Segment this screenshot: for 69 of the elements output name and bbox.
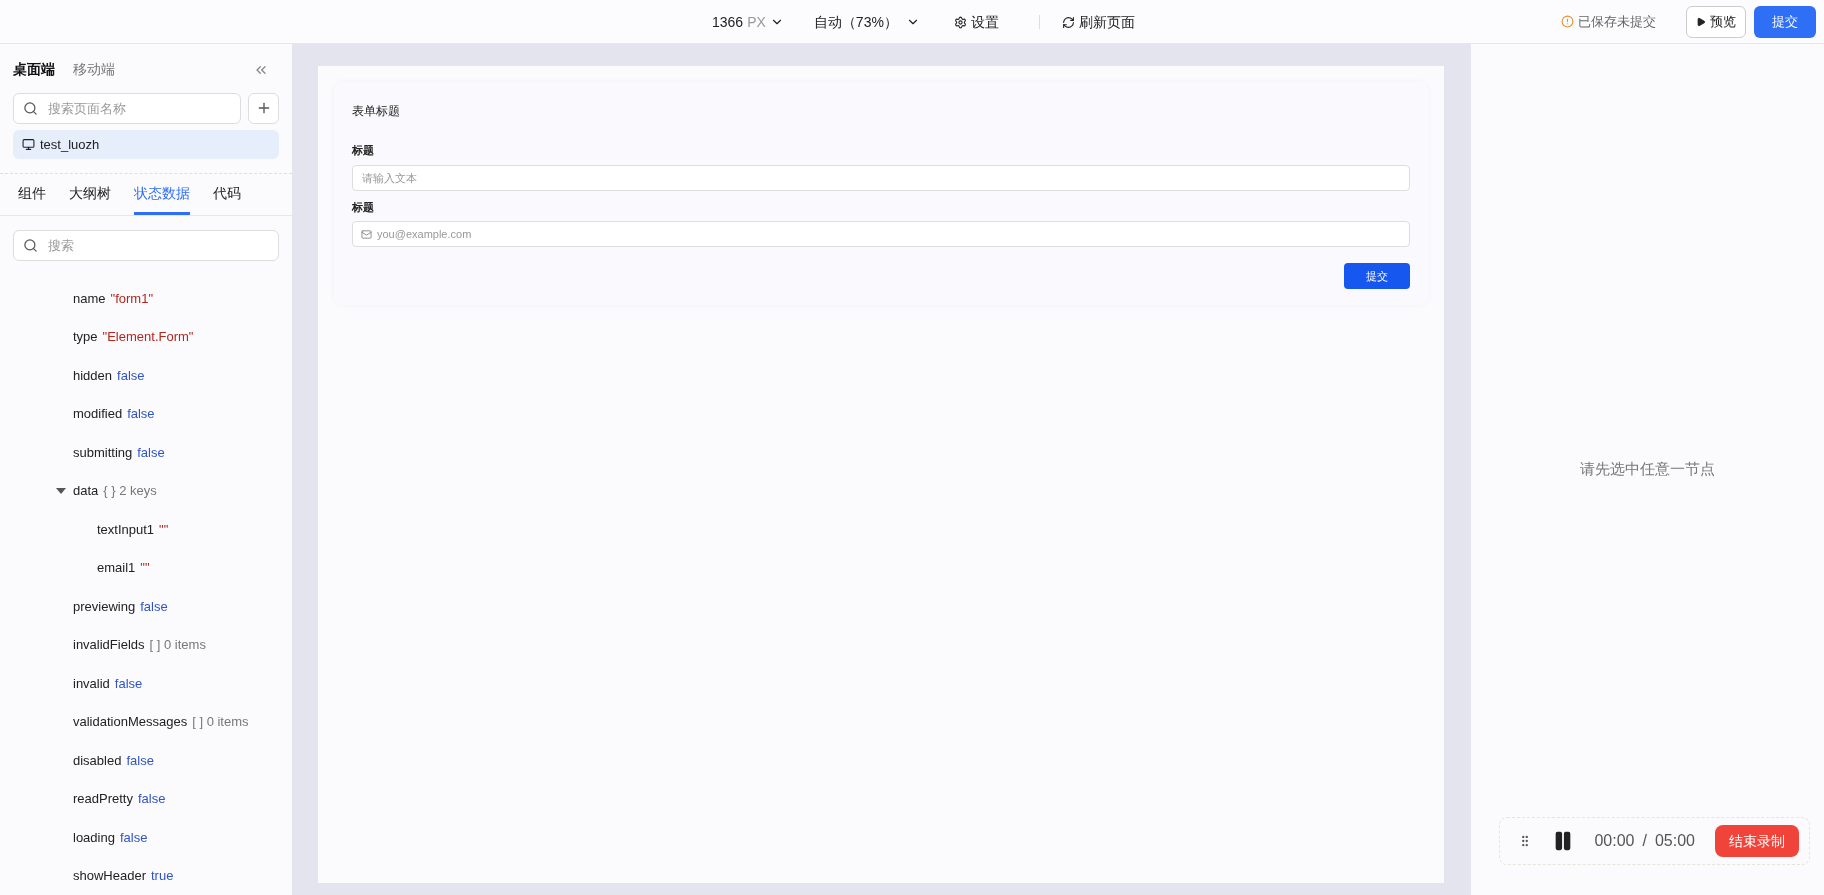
state-value: false — [114, 674, 143, 693]
field-label: 标题 — [352, 199, 375, 215]
state-value: false — [127, 405, 155, 423]
time-limit: 05:00 — [1654, 831, 1695, 851]
stop-recording-button[interactable]: 结束录制 — [1715, 825, 1799, 857]
state-value: false — [140, 597, 168, 616]
settings-button[interactable]: 设置 — [953, 11, 999, 33]
time-separator: / — [1642, 831, 1647, 851]
state-key: loading — [73, 827, 115, 847]
state-key: disabled — [73, 750, 122, 770]
add-page-button[interactable] — [248, 92, 279, 124]
state-key: validationMessages — [73, 712, 188, 732]
submit-button[interactable]: 提交 — [1754, 5, 1816, 38]
form-submit-button[interactable]: 提交 — [1344, 263, 1410, 289]
width-dropdown[interactable]: 1366 PX — [712, 11, 784, 33]
state-value: "" — [159, 520, 169, 539]
page-item[interactable]: test_luozh — [13, 129, 279, 160]
preview-button[interactable]: 预览 — [1686, 5, 1746, 38]
search-icon — [23, 238, 38, 253]
panel-tab[interactable]: 代码 — [213, 183, 241, 215]
mail-icon — [361, 228, 372, 240]
state-search-field[interactable]: 搜索 — [13, 230, 279, 261]
text-field[interactable]: 请输入文本 — [352, 164, 1410, 191]
panel-tab[interactable]: 组件 — [18, 183, 46, 215]
state-value: [ ] 0 items — [192, 713, 249, 731]
save-status: 已保存未提交 — [1578, 12, 1656, 31]
state-key: type — [73, 327, 98, 347]
zoom-dropdown[interactable]: 自动（73%） — [813, 11, 920, 33]
play-icon — [1696, 16, 1706, 27]
state-key: invalidFields — [73, 635, 145, 655]
page-search-field[interactable]: 搜索页面名称 — [13, 92, 241, 124]
state-key: textInput1 — [97, 519, 155, 539]
warning-icon — [1561, 15, 1574, 28]
state-key: invalid — [73, 673, 110, 693]
state-key: hidden — [73, 365, 113, 385]
email-field[interactable]: you@example.com — [352, 221, 1410, 247]
refresh-icon — [1061, 15, 1075, 29]
state-value: false — [119, 828, 148, 847]
state-value: "" — [140, 559, 150, 577]
state-value: "Element.Form" — [102, 328, 194, 346]
monitor-icon — [22, 137, 35, 151]
state-key: submitting — [73, 442, 133, 462]
state-value: { } 2 keys — [103, 482, 157, 500]
search-icon — [23, 100, 38, 116]
form-title: 表单标题 — [352, 103, 401, 120]
state-key: readPretty — [73, 789, 133, 809]
empty-message: 请先选中任意一节点 — [1580, 459, 1715, 480]
state-key: data — [73, 481, 99, 501]
state-value: true — [151, 867, 174, 885]
caret-down-icon[interactable] — [56, 487, 66, 494]
panel-tab[interactable]: 状态数据 — [134, 183, 190, 215]
state-key: previewing — [73, 596, 136, 616]
state-key: showHeader — [73, 866, 146, 886]
panel-tab[interactable]: 大纲树 — [69, 183, 111, 215]
field-label: 标题 — [352, 143, 375, 158]
state-value: false — [117, 366, 145, 385]
refresh-button[interactable]: 刷新页面 — [1061, 11, 1135, 33]
state-key: modified — [73, 404, 123, 424]
state-value: false — [138, 790, 166, 808]
state-value: "form1" — [110, 289, 153, 308]
state-key: name — [73, 288, 106, 308]
platform-tab[interactable]: 移动端 — [73, 59, 115, 81]
state-value: false — [137, 443, 165, 462]
platform-tab[interactable]: 桌面端 — [13, 59, 55, 81]
settings-icon — [953, 15, 967, 29]
elapsed-time: 00:00 — [1594, 831, 1635, 851]
state-value: [ ] 0 items — [149, 636, 206, 654]
state-value: false — [126, 751, 154, 770]
state-key: email1 — [97, 558, 136, 578]
